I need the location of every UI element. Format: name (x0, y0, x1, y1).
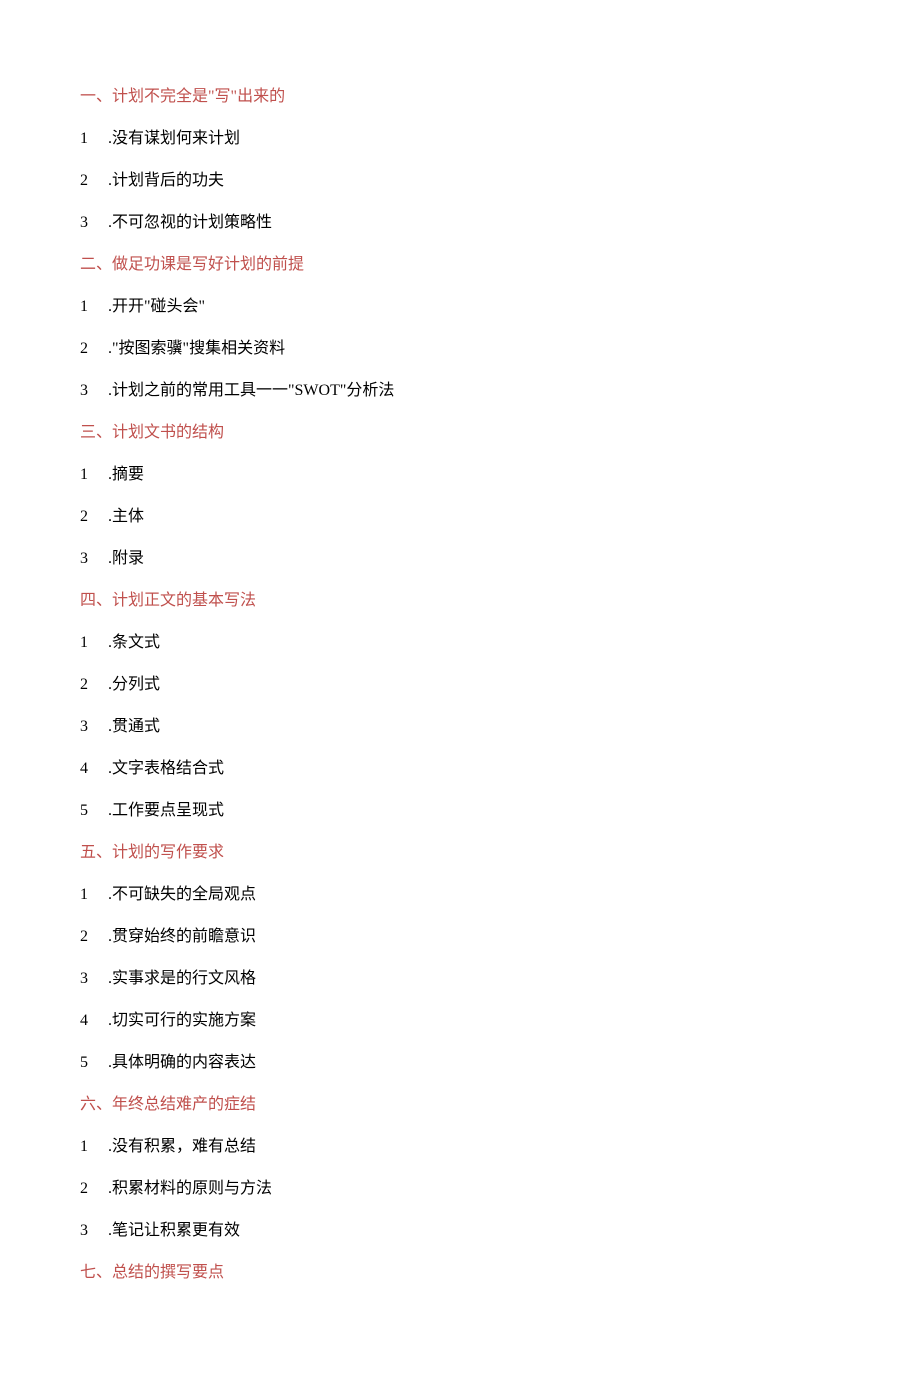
item-text: .计划之前的常用工具一一"SWOT"分析法 (108, 379, 394, 403)
item-number: 1 (80, 631, 108, 655)
item-number: 5 (80, 799, 108, 823)
item-text: .贯穿始终的前瞻意识 (108, 925, 256, 949)
list-item: 1.条文式 (80, 631, 840, 655)
item-text: .主体 (108, 505, 144, 529)
item-text: .贯通式 (108, 715, 160, 739)
item-text: .不可缺失的全局观点 (108, 883, 256, 907)
list-item: 3.不可忽视的计划策略性 (80, 211, 840, 235)
list-item: 1.不可缺失的全局观点 (80, 883, 840, 907)
item-number: 2 (80, 1177, 108, 1201)
section-heading: 四、计划正文的基本写法 (80, 589, 840, 613)
item-number: 2 (80, 925, 108, 949)
item-text: .文字表格结合式 (108, 757, 224, 781)
item-text: .切实可行的实施方案 (108, 1009, 256, 1033)
list-item: 3.附录 (80, 547, 840, 571)
item-number: 1 (80, 295, 108, 319)
section-heading: 六、年终总结难产的症结 (80, 1093, 840, 1117)
item-text: .没有积累，难有总结 (108, 1135, 256, 1159)
item-text: .附录 (108, 547, 144, 571)
item-text: .工作要点呈现式 (108, 799, 224, 823)
item-number: 4 (80, 757, 108, 781)
list-item: 2."按图索骥"搜集相关资料 (80, 337, 840, 361)
section-heading: 一、计划不完全是"写"出来的 (80, 85, 840, 109)
item-number: 2 (80, 505, 108, 529)
list-item: 2.贯穿始终的前瞻意识 (80, 925, 840, 949)
item-number: 1 (80, 1135, 108, 1159)
list-item: 3.贯通式 (80, 715, 840, 739)
list-item: 3.计划之前的常用工具一一"SWOT"分析法 (80, 379, 840, 403)
item-number: 3 (80, 715, 108, 739)
item-text: .积累材料的原则与方法 (108, 1177, 272, 1201)
item-number: 5 (80, 1051, 108, 1075)
section-heading: 三、计划文书的结构 (80, 421, 840, 445)
list-item: 3.实事求是的行文风格 (80, 967, 840, 991)
item-number: 3 (80, 1219, 108, 1243)
item-number: 1 (80, 127, 108, 151)
list-item: 1.没有谋划何来计划 (80, 127, 840, 151)
list-item: 5.具体明确的内容表达 (80, 1051, 840, 1075)
item-number: 3 (80, 547, 108, 571)
item-text: .笔记让积累更有效 (108, 1219, 240, 1243)
list-item: 2.分列式 (80, 673, 840, 697)
list-item: 2.主体 (80, 505, 840, 529)
document-outline: 一、计划不完全是"写"出来的1.没有谋划何来计划2.计划背后的功夫3.不可忽视的… (80, 85, 840, 1285)
item-number: 4 (80, 1009, 108, 1033)
item-number: 1 (80, 463, 108, 487)
item-number: 1 (80, 883, 108, 907)
item-text: .开开"碰头会" (108, 295, 205, 319)
list-item: 3.笔记让积累更有效 (80, 1219, 840, 1243)
list-item: 4.切实可行的实施方案 (80, 1009, 840, 1033)
list-item: 2.计划背后的功夫 (80, 169, 840, 193)
list-item: 5.工作要点呈现式 (80, 799, 840, 823)
item-text: .计划背后的功夫 (108, 169, 224, 193)
item-text: ."按图索骥"搜集相关资料 (108, 337, 285, 361)
item-text: .分列式 (108, 673, 160, 697)
section-heading: 七、总结的撰写要点 (80, 1261, 840, 1285)
item-number: 2 (80, 673, 108, 697)
item-number: 3 (80, 379, 108, 403)
list-item: 4.文字表格结合式 (80, 757, 840, 781)
item-text: .没有谋划何来计划 (108, 127, 240, 151)
item-text: .条文式 (108, 631, 160, 655)
item-text: .摘要 (108, 463, 144, 487)
item-text: .具体明确的内容表达 (108, 1051, 256, 1075)
item-number: 2 (80, 169, 108, 193)
section-heading: 五、计划的写作要求 (80, 841, 840, 865)
item-number: 2 (80, 337, 108, 361)
item-number: 3 (80, 967, 108, 991)
item-text: .实事求是的行文风格 (108, 967, 256, 991)
section-heading: 二、做足功课是写好计划的前提 (80, 253, 840, 277)
list-item: 2.积累材料的原则与方法 (80, 1177, 840, 1201)
item-text: .不可忽视的计划策略性 (108, 211, 272, 235)
list-item: 1.开开"碰头会" (80, 295, 840, 319)
list-item: 1.摘要 (80, 463, 840, 487)
item-number: 3 (80, 211, 108, 235)
list-item: 1.没有积累，难有总结 (80, 1135, 840, 1159)
